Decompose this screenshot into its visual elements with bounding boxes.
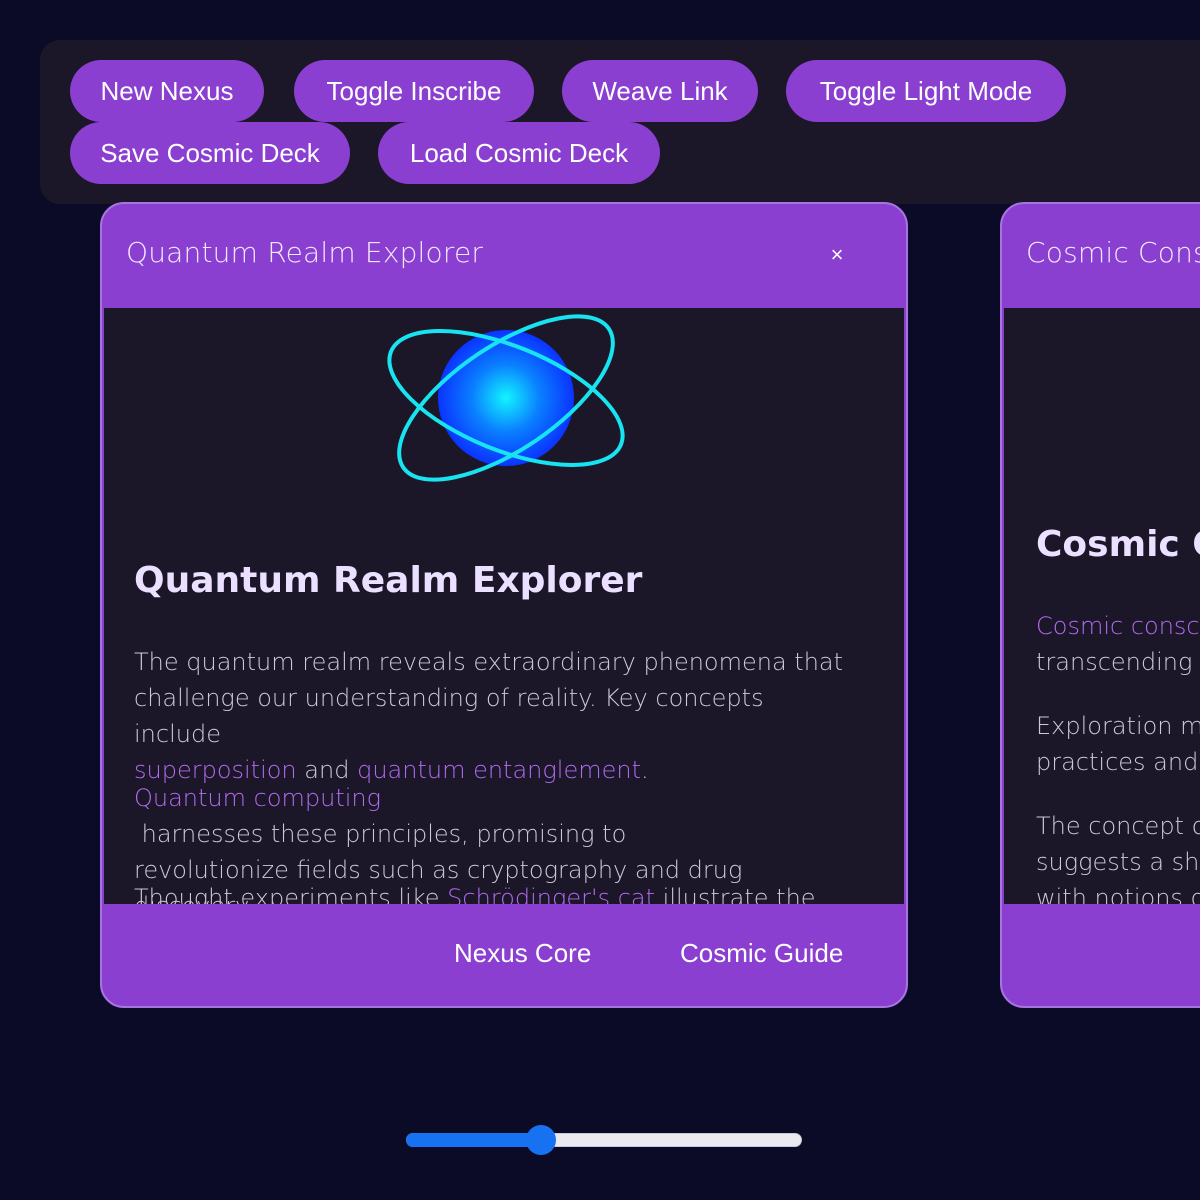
slider-fill (406, 1133, 541, 1147)
card-header[interactable]: Cosmic Consc (1002, 204, 1200, 308)
paragraph-1: Cosmic conscio transcending in (1036, 608, 1200, 680)
nexus-card-quantum[interactable]: Quantum Realm Explorer × Quantum Realm E… (100, 202, 908, 1008)
paragraph-3: Thought experiments like Schrödinger's c… (134, 880, 854, 904)
toolbar: New Nexus Toggle Inscribe Weave Link Tog… (40, 40, 1200, 204)
text-fragment: practices and (1036, 748, 1200, 776)
text-line: Exploration me (1036, 712, 1200, 740)
text-line: challenge our understanding of reality. … (134, 684, 764, 748)
card-title: Quantum Realm Explorer (126, 236, 484, 269)
content-heading: Cosmic Co (1036, 524, 1200, 565)
weave-link-button[interactable]: Weave Link (562, 60, 758, 122)
text-line: with notions of (1036, 884, 1200, 904)
text-line: The quantum realm reveals extraordinary … (134, 648, 844, 676)
schrodingers-cat-link[interactable]: Schrödinger's cat (447, 884, 655, 904)
slider-thumb[interactable] (525, 1125, 556, 1155)
card-footer (1002, 904, 1200, 1006)
text-line: practices and c (1036, 744, 1200, 780)
atom-icon (387, 314, 625, 482)
text-line: Quantum computing harnesses these princi… (134, 780, 854, 852)
nexus-card-cosmic[interactable]: Cosmic Consc Cosmic Co Cosmic conscio tr… (1000, 202, 1200, 1008)
paragraph-1: The quantum realm reveals extraordinary … (134, 644, 854, 788)
paragraph-3: The concept of suggests a sha with notio… (1036, 808, 1200, 904)
workspace: New Nexus Toggle Inscribe Weave Link Tog… (0, 0, 1200, 1200)
card-body: Cosmic Co Cosmic conscio transcending in… (1004, 308, 1200, 904)
text-fragment: harnesses these principles, promising to (134, 820, 627, 848)
card-header[interactable]: Quantum Realm Explorer × (102, 204, 906, 308)
text-fragment: illustrate the (655, 884, 816, 904)
close-icon[interactable]: × (824, 242, 850, 268)
content-heading: Quantum Realm Explorer (134, 560, 643, 601)
toggle-light-mode-button[interactable]: Toggle Light Mode (786, 60, 1066, 122)
save-cosmic-deck-button[interactable]: Save Cosmic Deck (70, 122, 350, 184)
quantum-computing-link[interactable]: Quantum computing (134, 784, 381, 812)
toggle-inscribe-button[interactable]: Toggle Inscribe (294, 60, 534, 122)
text-line: transcending in (1036, 648, 1200, 676)
text-line: Thought experiments like Schrödinger's c… (134, 880, 854, 904)
text-line: The concept of (1036, 812, 1200, 840)
new-nexus-button[interactable]: New Nexus (70, 60, 264, 122)
cosmic-guide-link[interactable]: Cosmic Guide (680, 938, 843, 969)
text-line: suggests a sha (1036, 848, 1200, 876)
card-body: Quantum Realm Explorer The quantum realm… (104, 308, 904, 904)
zoom-slider[interactable] (406, 1124, 802, 1156)
text-fragment: Thought experiments like (134, 884, 448, 904)
card-footer: Nexus Core Cosmic Guide (102, 904, 906, 1006)
paragraph-2: Exploration me practices and c (1036, 708, 1200, 780)
card-title: Cosmic Consc (1026, 236, 1200, 269)
text-line: Cosmic conscio (1036, 608, 1200, 644)
cosmic-consciousness-link[interactable]: Cosmic conscio (1036, 612, 1200, 640)
load-cosmic-deck-button[interactable]: Load Cosmic Deck (378, 122, 660, 184)
nexus-core-link[interactable]: Nexus Core (454, 938, 591, 969)
